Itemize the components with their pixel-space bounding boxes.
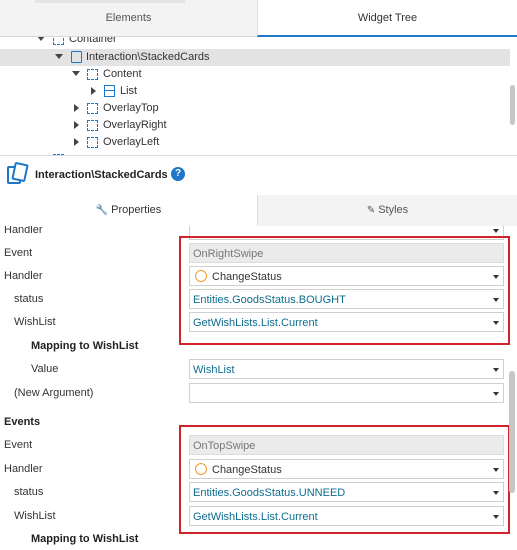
- status-label: status: [14, 486, 44, 498]
- tab-styles-label: Styles: [378, 204, 409, 216]
- handler-label: Handler: [4, 226, 43, 236]
- list-icon: [104, 85, 115, 97]
- widget-title: Interaction\StackedCards: [35, 169, 168, 181]
- collapse-arrow-icon[interactable]: [72, 71, 80, 76]
- tree-row-overlayright[interactable]: OverlayRight: [0, 117, 510, 134]
- chevron-down-icon[interactable]: [493, 229, 499, 233]
- wishlist-label: WishList: [14, 316, 56, 328]
- tree-row-content[interactable]: Content: [0, 66, 510, 83]
- placeholder-icon: [87, 120, 98, 131]
- tree-row-stackedcards[interactable]: Interaction\StackedCards: [0, 49, 510, 66]
- tab-elements-bar: [35, 0, 185, 3]
- tree-label-container: Container: [69, 37, 117, 45]
- expand-arrow-icon[interactable]: [74, 104, 79, 112]
- tree-row-container[interactable]: Container: [0, 37, 510, 48]
- placeholder-icon: [87, 137, 98, 148]
- tab-elements[interactable]: Elements: [0, 0, 257, 37]
- property-tabs: 🔧 Properties ✎ Styles: [0, 195, 517, 226]
- tree-row-overlaytop[interactable]: OverlayTop: [0, 100, 510, 117]
- tree-label-overlayleft: OverlayLeft: [103, 136, 160, 148]
- status-label: status: [14, 293, 44, 305]
- value-select[interactable]: WishList: [189, 359, 504, 379]
- mapping-label: Mapping to WishList: [31, 533, 139, 545]
- collapse-arrow-icon[interactable]: [55, 54, 63, 59]
- tree-row-list[interactable]: List: [0, 83, 510, 100]
- tree-label-list: List: [120, 85, 138, 97]
- brush-icon: ✎: [366, 205, 376, 216]
- tree-label-stackedcards: Interaction\StackedCards: [86, 51, 210, 63]
- chevron-down-icon[interactable]: [493, 392, 499, 396]
- widget-tree: Container Interaction\StackedCards Conte…: [0, 37, 517, 155]
- tab-styles[interactable]: ✎ Styles: [257, 195, 517, 226]
- stacked-cards-icon: [6, 162, 30, 189]
- events-header: Events: [4, 416, 41, 428]
- value-label: Value: [31, 363, 59, 375]
- tab-widget-tree[interactable]: Widget Tree: [257, 0, 517, 37]
- placeholder-icon: [87, 69, 98, 80]
- value-value: WishList: [193, 364, 235, 376]
- expand-arrow-icon[interactable]: [74, 138, 79, 146]
- placeholder-icon: [87, 103, 98, 114]
- panel-tabs: Elements Widget Tree: [0, 0, 517, 37]
- tab-elements-label: Elements: [105, 12, 152, 24]
- tab-properties[interactable]: 🔧 Properties: [0, 195, 257, 226]
- collapse-arrow-icon[interactable]: [37, 37, 45, 41]
- new-argument-row: (New Argument): [0, 382, 509, 405]
- properties-grid: Handler Event OnRightSwipe Handler Chang…: [0, 226, 517, 550]
- expand-arrow-icon[interactable]: [74, 121, 79, 129]
- tree-scrollbar[interactable]: [510, 85, 515, 125]
- stacked-cards-icon: [71, 51, 82, 63]
- value-row: Value WishList: [0, 358, 509, 381]
- new-argument-label: (New Argument): [14, 387, 94, 399]
- tab-properties-label: Properties: [111, 204, 162, 216]
- tree-label-content: Content: [103, 68, 142, 80]
- container-icon: [53, 37, 64, 45]
- tree-row-overlayleft[interactable]: OverlayLeft: [0, 134, 510, 151]
- highlight-box: [179, 236, 510, 345]
- event-label: Event: [4, 439, 33, 451]
- handler-label: Handler: [4, 463, 43, 475]
- handler-label: Handler: [4, 270, 43, 282]
- tree-label-overlayright: OverlayRight: [103, 119, 167, 131]
- new-argument-select[interactable]: [189, 383, 504, 403]
- chevron-down-icon[interactable]: [493, 368, 499, 372]
- help-icon[interactable]: ?: [171, 167, 185, 181]
- expand-arrow-icon[interactable]: [91, 87, 96, 95]
- wishlist-label: WishList: [14, 510, 56, 522]
- event-label: Event: [4, 247, 33, 259]
- widget-header: Interaction\StackedCards ?: [0, 155, 517, 195]
- mapping-label: Mapping to WishList: [31, 340, 139, 352]
- highlight-box: [179, 425, 510, 534]
- tab-widget-tree-label: Widget Tree: [357, 12, 418, 24]
- wrench-icon: 🔧: [95, 205, 109, 216]
- tree-label-overlaytop: OverlayTop: [103, 102, 159, 114]
- properties-scrollbar[interactable]: [509, 371, 515, 493]
